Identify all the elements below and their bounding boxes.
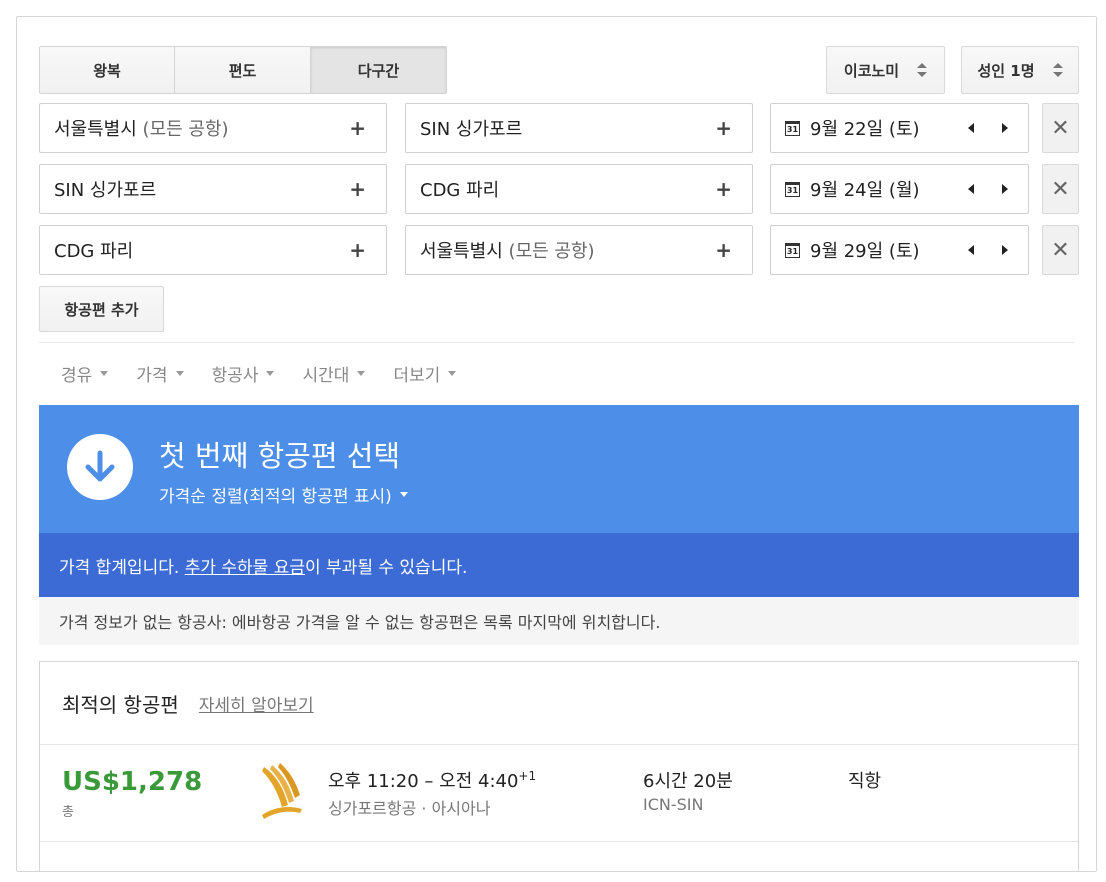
leg-3-origin-field[interactable]: CDG 파리 + <box>39 225 387 275</box>
leg-destination-text: SIN 싱가포르 <box>420 119 523 140</box>
filter-label: 항공사 <box>211 366 259 386</box>
leg-1-date-field[interactable]: 31 9월 22일 (토) <box>770 103 1029 153</box>
leg-2-date-field[interactable]: 31 9월 24일 (월) <box>770 164 1029 214</box>
caret-down-icon <box>399 492 408 497</box>
flight-result-row[interactable]: US$1,278 총 오후 11:20 – 오전 4:40+1 싱가포르항공 ·… <box>40 745 1078 842</box>
caret-down-icon <box>266 371 275 376</box>
select-flight-banner: 첫 번째 항공편 선택 가격순 정렬(최적의 항공편 표시) <box>39 405 1079 533</box>
remove-leg-2-button[interactable]: ✕ <box>1042 164 1079 214</box>
flight-route: ICN-SIN <box>643 795 704 814</box>
remove-leg-3-button[interactable]: ✕ <box>1042 225 1079 275</box>
remove-leg-1-button[interactable]: ✕ <box>1042 103 1079 153</box>
filter-stops[interactable]: 경유 <box>61 361 109 386</box>
filter-times[interactable]: 시간대 <box>302 361 366 386</box>
add-airport-icon[interactable]: + <box>349 116 366 140</box>
add-airport-icon[interactable]: + <box>349 177 366 201</box>
banner-title: 첫 번째 항공편 선택 <box>159 439 401 473</box>
leg-1-origin-field[interactable]: 서울특별시 (모든 공항) + <box>39 103 387 153</box>
previous-date-icon[interactable] <box>968 123 974 133</box>
trip-type-selector: 왕복 편도 다구간 <box>39 46 447 94</box>
filter-more[interactable]: 더보기 <box>393 361 457 386</box>
next-date-icon[interactable] <box>1002 245 1008 255</box>
flight-duration: 6시간 20분 <box>643 771 733 792</box>
add-airport-icon[interactable]: + <box>715 238 732 262</box>
results-header: 최적의 항공편 자세히 알아보기 <box>40 662 1078 745</box>
trip-type-one-way[interactable]: 편도 <box>175 46 311 94</box>
filter-label: 더보기 <box>393 366 441 386</box>
close-icon: ✕ <box>1051 237 1070 263</box>
flight-times: 오후 11:20 – 오전 4:40+1 <box>328 767 536 793</box>
filter-label: 가격 <box>136 366 168 386</box>
trip-type-multi-city[interactable]: 다구간 <box>311 46 447 94</box>
leg-2-origin-field[interactable]: SIN 싱가포르 + <box>39 164 387 214</box>
previous-date-icon[interactable] <box>968 184 974 194</box>
flight-times-text: 오후 11:20 – 오전 4:40 <box>328 771 519 792</box>
updown-chevron-icon <box>1052 63 1063 77</box>
passengers-value: 성인 1명 <box>977 61 1035 80</box>
airline-info-notice: 가격 정보가 없는 항공사: 에바항공 가격을 알 수 없는 항공편은 목록 마… <box>39 597 1079 645</box>
leg-2-destination-field[interactable]: CDG 파리 + <box>405 164 753 214</box>
add-airport-icon[interactable]: + <box>715 177 732 201</box>
cabin-class-select[interactable]: 이코노미 <box>826 46 945 94</box>
caret-down-icon <box>357 371 366 376</box>
leg-3-date-field[interactable]: 31 9월 29일 (토) <box>770 225 1029 275</box>
calendar-icon: 31 <box>785 181 800 197</box>
add-flight-button[interactable]: 항공편 추가 <box>39 286 164 332</box>
filter-bar: 경유 가격 항공사 시간대 더보기 <box>61 361 457 386</box>
leg-destination-text: CDG 파리 <box>420 180 500 201</box>
singapore-airlines-logo-icon <box>258 761 304 821</box>
flight-stops: 직항 <box>848 771 882 792</box>
leg-origin-text: SIN 싱가포르 <box>54 180 157 201</box>
filter-price[interactable]: 가격 <box>136 361 184 386</box>
notice-suffix: 이 부과될 수 있습니다. <box>305 557 468 578</box>
results-heading: 최적의 항공편 <box>62 692 179 717</box>
filter-label: 경유 <box>61 366 93 386</box>
leg-origin-text: 서울특별시 <box>54 119 137 140</box>
previous-date-icon[interactable] <box>968 245 974 255</box>
leg-3-destination-field[interactable]: 서울특별시 (모든 공항) + <box>405 225 753 275</box>
learn-more-link[interactable]: 자세히 알아보기 <box>199 691 314 716</box>
caret-down-icon <box>100 371 109 376</box>
leg-destination-muted: (모든 공항) <box>508 241 595 262</box>
leg-origin-text: CDG 파리 <box>54 241 134 262</box>
calendar-icon: 31 <box>785 120 800 136</box>
leg-date-text: 9월 22일 (토) <box>810 119 920 140</box>
flight-airlines: 싱가포르항공 · 아시아나 <box>328 799 491 818</box>
close-icon: ✕ <box>1051 176 1070 202</box>
add-airport-icon[interactable]: + <box>349 238 366 262</box>
passengers-select[interactable]: 성인 1명 <box>961 46 1079 94</box>
day-offset: +1 <box>518 769 537 783</box>
arrow-down-icon <box>67 434 133 500</box>
results-panel: 최적의 항공편 자세히 알아보기 US$1,278 총 오후 11:20 – 오… <box>39 661 1079 871</box>
price-notice: 가격 합계입니다. 추가 수하물 요금 이 부과될 수 있습니다. <box>39 533 1079 597</box>
flight-search-panel: 왕복 편도 다구간 이코노미 성인 1명 서울특별시 (모든 공항) + SIN… <box>16 16 1097 872</box>
cabin-class-value: 이코노미 <box>843 61 900 80</box>
close-icon: ✕ <box>1051 115 1070 141</box>
add-airport-icon[interactable]: + <box>715 116 732 140</box>
sort-label: 가격순 정렬(최적의 항공편 표시) <box>159 487 392 507</box>
next-date-icon[interactable] <box>1002 123 1008 133</box>
leg-destination-text: 서울특별시 <box>420 241 503 262</box>
filter-airline[interactable]: 항공사 <box>212 361 275 386</box>
sort-dropdown[interactable]: 가격순 정렬(최적의 항공편 표시) <box>159 482 408 507</box>
leg-date-text: 9월 24일 (월) <box>810 180 920 201</box>
price-note: 총 <box>62 805 74 820</box>
caret-down-icon <box>175 371 184 376</box>
calendar-icon: 31 <box>785 242 800 258</box>
leg-origin-muted: (모든 공항) <box>142 119 229 140</box>
leg-1-destination-field[interactable]: SIN 싱가포르 + <box>405 103 753 153</box>
notice-prefix: 가격 합계입니다. <box>59 557 185 578</box>
divider <box>39 342 1074 343</box>
caret-down-icon <box>448 371 457 376</box>
baggage-fee-link[interactable]: 추가 수하물 요금 <box>185 553 305 578</box>
flight-price: US$1,278 <box>62 767 203 797</box>
updown-chevron-icon <box>917 63 928 77</box>
filter-label: 시간대 <box>302 366 350 386</box>
next-date-icon[interactable] <box>1002 184 1008 194</box>
leg-date-text: 9월 29일 (토) <box>810 241 920 262</box>
trip-type-round-trip[interactable]: 왕복 <box>39 46 175 94</box>
